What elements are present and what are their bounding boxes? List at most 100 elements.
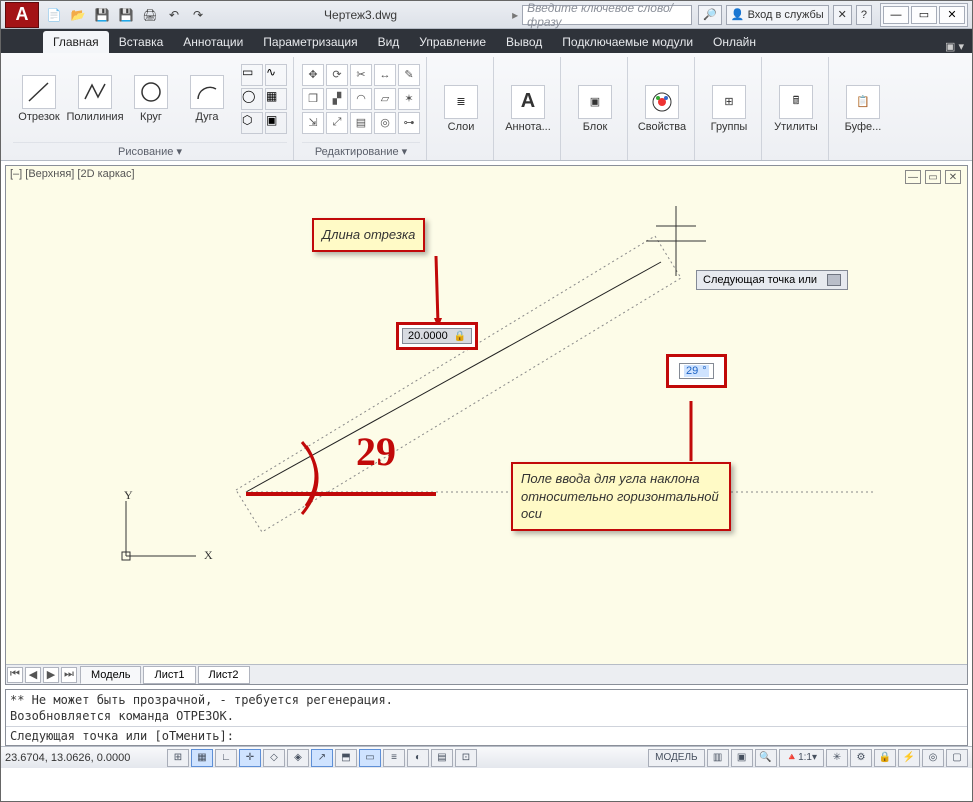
utilities-button[interactable]: 🖩 Утилиты [770,85,822,133]
app-logo[interactable]: A [5,2,39,28]
ortho-icon[interactable]: ∟ [215,749,237,767]
quickview-drawings-icon[interactable]: ▣ [731,749,753,767]
offset-icon[interactable]: ◎ [374,112,396,134]
annoscale-icon[interactable]: 🔍 [755,749,777,767]
trim-icon[interactable]: ✂ [350,64,372,86]
tab-parametric[interactable]: Параметризация [253,31,367,53]
sign-in-label: Вход в службы [748,9,824,21]
move-icon[interactable]: ✥ [302,64,324,86]
open-icon[interactable]: 📂 [67,5,89,25]
ducs-icon[interactable]: ⬒ [335,749,357,767]
snap-icon[interactable]: ⊞ [167,749,189,767]
undo-icon[interactable]: ↶ [163,5,185,25]
maximize-button[interactable]: ▭ [911,6,937,24]
osnap-icon[interactable]: ◇ [263,749,285,767]
tab-first-icon[interactable]: ⏮ [7,667,23,683]
mirror-icon[interactable]: ▞ [326,88,348,110]
tab-sheet1[interactable]: Лист1 [143,666,195,684]
annovis-icon[interactable]: ✳ [826,749,848,767]
hardware-accel-icon[interactable]: ⚡ [898,749,920,767]
close-button[interactable]: ✕ [939,6,965,24]
tab-prev-icon[interactable]: ◀ [25,667,41,683]
ribbon: Отрезок Полилиния Круг Дуга [1,53,972,161]
extend-icon[interactable]: ↔ [374,64,396,86]
layers-button[interactable]: ≣ Слои [435,85,487,133]
tab-home[interactable]: Главная [43,31,109,53]
block-button[interactable]: ▣ Блок [569,85,621,133]
polygon-icon[interactable]: ⬡ [241,112,263,134]
binoculars-icon[interactable]: 🔎 [698,5,722,25]
save-icon[interactable]: 💾 [91,5,113,25]
tab-output[interactable]: Вывод [496,31,552,53]
clipboard-button[interactable]: 📋 Буфе... [837,85,889,133]
help-icon[interactable]: ? [856,5,872,25]
hatch-icon[interactable]: ▦ [265,88,287,110]
tab-model[interactable]: Модель [80,666,141,684]
ellipse-icon[interactable]: ◯ [241,88,263,110]
tab-manage[interactable]: Управление [409,31,496,53]
plot-icon[interactable]: 🖨 [139,5,161,25]
edit-panel-title[interactable]: Редактирование ▾ [302,142,420,160]
annotation-button[interactable]: A Аннота... [502,85,554,133]
rect-icon[interactable]: ▭ [241,64,263,86]
polyline-button[interactable]: Полилиния [69,75,121,123]
grid-icon[interactable]: ▦ [191,749,213,767]
workspace-icon[interactable]: ⚙ [850,749,872,767]
spline-icon[interactable]: ∿ [265,64,287,86]
transparency-icon[interactable]: ◐ [407,749,429,767]
command-prompt[interactable]: Следующая точка или [оТменить]: [6,727,967,745]
join-icon[interactable]: ⊶ [398,112,420,134]
tab-insert[interactable]: Вставка [109,31,174,53]
lwt-icon[interactable]: ≡ [383,749,405,767]
command-window[interactable]: ** Не может быть прозрачной, - требуется… [5,689,968,746]
model-space-toggle[interactable]: МОДЕЛЬ [648,749,704,767]
rotate-icon[interactable]: ⟳ [326,64,348,86]
redo-icon[interactable]: ↷ [187,5,209,25]
toolbar-lock-icon[interactable]: 🔒 [874,749,896,767]
tab-annotate[interactable]: Аннотации [173,31,253,53]
angle-input[interactable]: 29° [679,363,714,379]
quickview-layouts-icon[interactable]: ▥ [707,749,729,767]
tab-plugins[interactable]: Подключаемые модули [552,31,703,53]
length-input[interactable]: 20.0000 🔒 [402,328,472,344]
array-icon[interactable]: ▤ [350,112,372,134]
properties-button[interactable]: Свойства [636,85,688,133]
sign-in-button[interactable]: 👤 Вход в службы [726,5,829,25]
cleanscreen-icon[interactable]: ▢ [946,749,968,767]
tooltip-more-icon[interactable] [827,274,841,286]
copy-icon[interactable]: ❐ [302,88,324,110]
coordinates-readout[interactable]: 23.6704, 13.0626, 0.0000 [5,752,165,764]
annotation-scale[interactable]: 🔺 1:1 ▾ [779,749,824,767]
tab-view[interactable]: Вид [368,31,410,53]
line-button[interactable]: Отрезок [13,75,65,123]
groups-button[interactable]: ⊞ Группы [703,85,755,133]
drawing-area[interactable]: [–] [Верхняя] [2D каркас] — ▭ ✕ Y X [5,165,968,685]
circle-button[interactable]: Круг [125,75,177,123]
fillet-icon[interactable]: ◠ [350,88,372,110]
erase-icon[interactable]: ✎ [398,64,420,86]
tab-next-icon[interactable]: ▶ [43,667,59,683]
chamfer-icon[interactable]: ▱ [374,88,396,110]
sc-icon[interactable]: ⊡ [455,749,477,767]
minimize-button[interactable]: — [883,6,909,24]
dyn-icon[interactable]: ▭ [359,749,381,767]
exchange-apps-icon[interactable]: ✕ [833,5,852,25]
new-icon[interactable]: 📄 [43,5,65,25]
region-icon[interactable]: ▣ [265,112,287,134]
ribbon-collapse-icon[interactable]: ▣ ▾ [937,40,972,53]
arc-button[interactable]: Дуга [181,75,233,123]
tab-last-icon[interactable]: ⏭ [61,667,77,683]
qp-icon[interactable]: ▤ [431,749,453,767]
isolate-icon[interactable]: ◎ [922,749,944,767]
tab-sheet2[interactable]: Лист2 [198,666,250,684]
draw-panel-title[interactable]: Рисование ▾ [13,142,287,160]
search-input[interactable]: Введите ключевое слово/фразу [522,5,692,25]
polar-icon[interactable]: ✛ [239,749,261,767]
otrack-icon[interactable]: ↗ [311,749,333,767]
scale-icon[interactable]: ⤢ [326,112,348,134]
tab-online[interactable]: Онлайн [703,31,766,53]
explode-icon[interactable]: ✶ [398,88,420,110]
3dosnap-icon[interactable]: ◈ [287,749,309,767]
saveas-icon[interactable]: 💾 [115,5,137,25]
stretch-icon[interactable]: ⇲ [302,112,324,134]
